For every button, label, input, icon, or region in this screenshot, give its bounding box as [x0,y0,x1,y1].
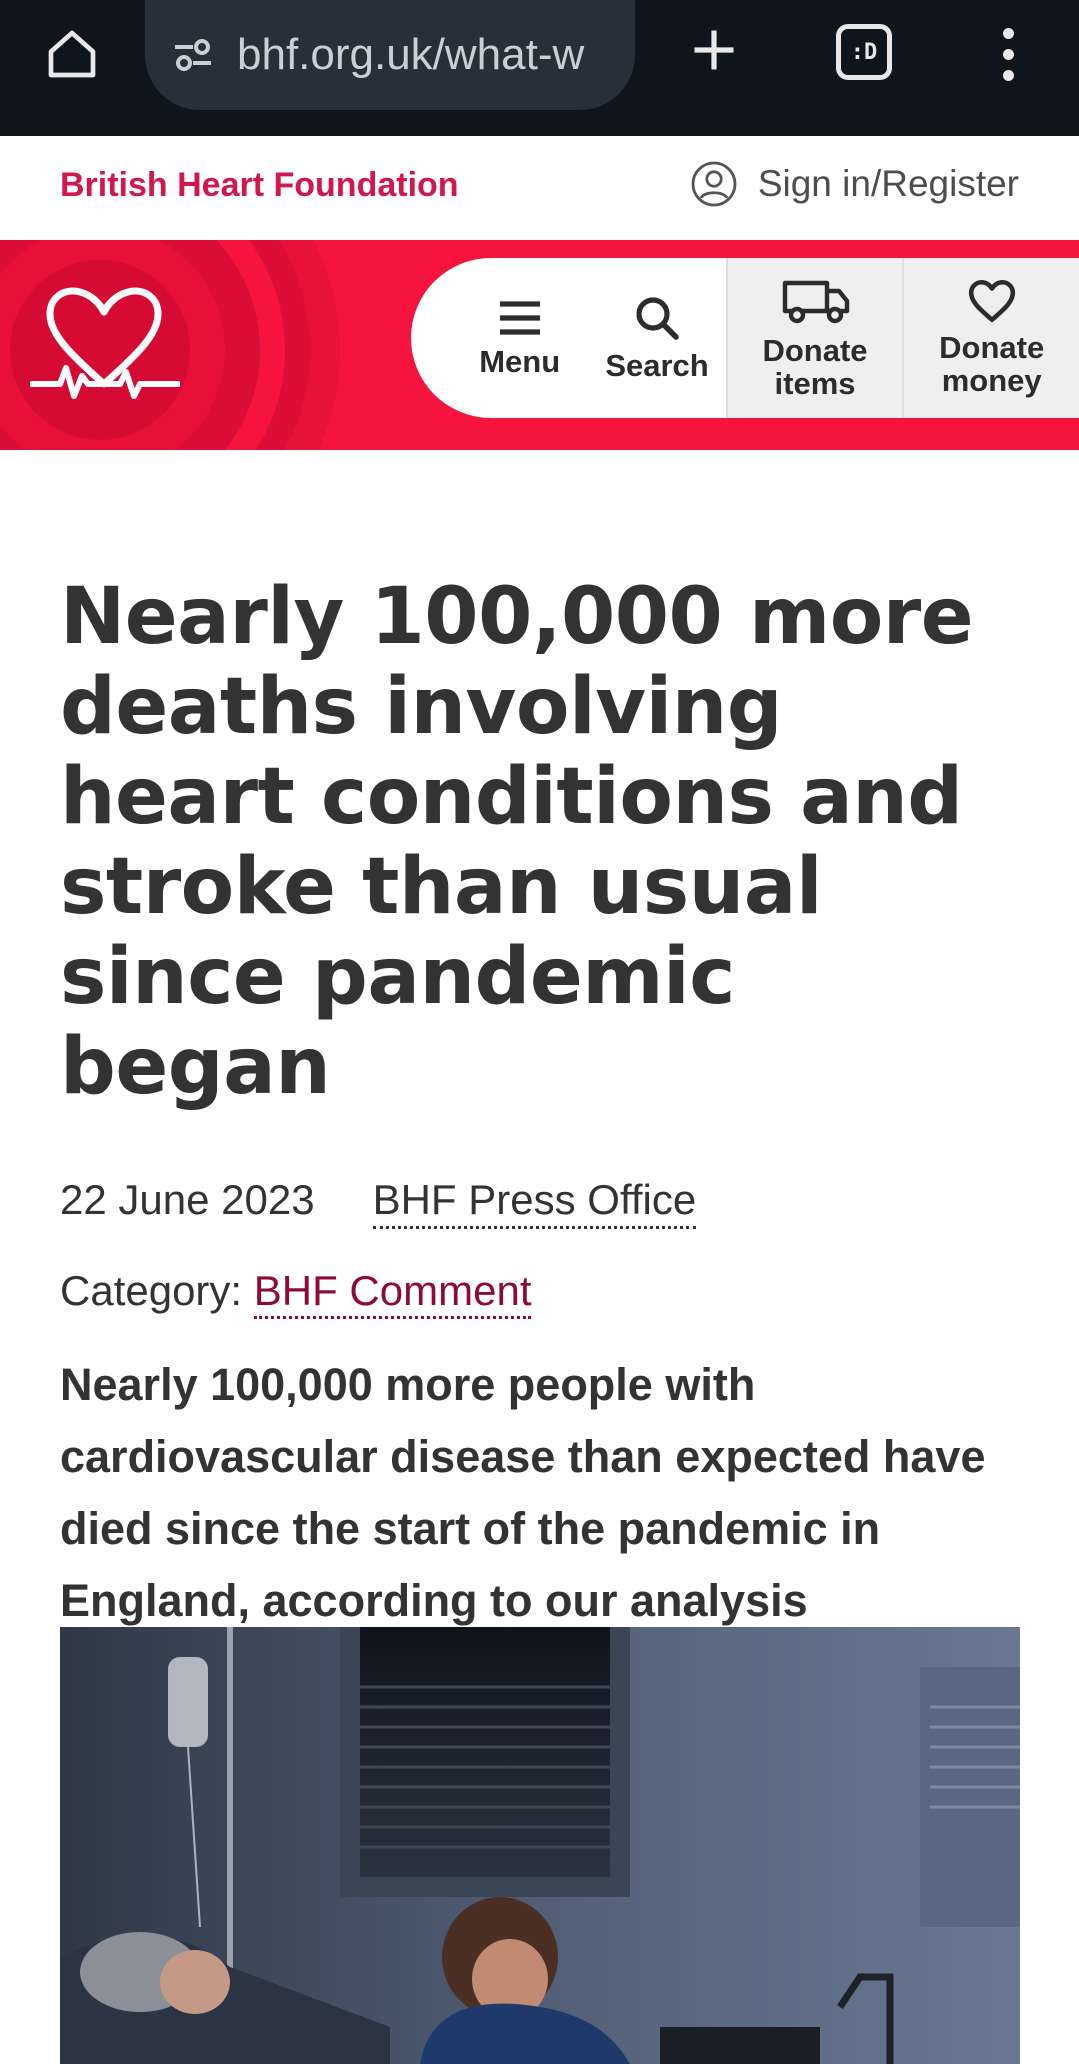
author-link[interactable]: BHF Press Office [372,1176,697,1229]
menu-label: Menu [479,343,561,379]
signin-link[interactable]: Sign in/Register [690,160,1019,208]
site-topbar: British Heart Foundation Sign in/Registe… [0,136,1079,240]
page-title: Nearly 100,000 more deaths involving hea… [60,572,974,1112]
search-button[interactable]: Search [588,258,725,418]
tab-switcher-icon[interactable]: :D [836,24,892,80]
article-hero-image [60,1627,1020,2064]
category-link[interactable]: BHF Comment [253,1267,532,1319]
donate-money-label: Donate money [939,330,1045,398]
search-icon [636,297,679,340]
bhf-heart-logo[interactable] [30,284,180,404]
publish-date: 22 June 2023 [60,1176,315,1223]
heart-icon [968,280,1015,323]
nav-panel: Menu Search Donate items Donate money [411,258,1079,418]
article-meta: 22 June 2023 BHF Press Office [60,1176,1020,1229]
donate-items-label: Donate items [762,333,868,401]
user-icon [691,161,737,207]
site-settings-icon[interactable] [167,29,219,81]
brand-name[interactable]: British Heart Foundation [60,166,459,205]
address-bar[interactable]: bhf.org.uk/what-w [145,0,635,110]
main-nav-band: Menu Search Donate items Donate money [0,240,1079,450]
new-tab-icon[interactable] [680,16,748,84]
article-category: Category: BHF Comment [60,1267,1020,1319]
search-label: Search [605,347,709,383]
browser-toolbar: bhf.org.uk/what-w :D [0,0,1079,136]
url-text: bhf.org.uk/what-w [237,30,585,79]
menu-icon [499,301,540,335]
home-icon[interactable] [38,20,106,88]
donate-money-button[interactable]: Donate money [902,258,1079,418]
donate-items-button[interactable]: Donate items [725,258,903,418]
signin-label: Sign in/Register [757,163,1019,204]
van-icon [782,281,850,324]
article: Nearly 100,000 more deaths involving hea… [60,450,1020,1709]
hospital-scene-illustration [60,1627,1020,2064]
more-options-icon[interactable] [990,20,1026,88]
category-prefix: Category: [60,1267,254,1314]
menu-button[interactable]: Menu [411,258,588,418]
